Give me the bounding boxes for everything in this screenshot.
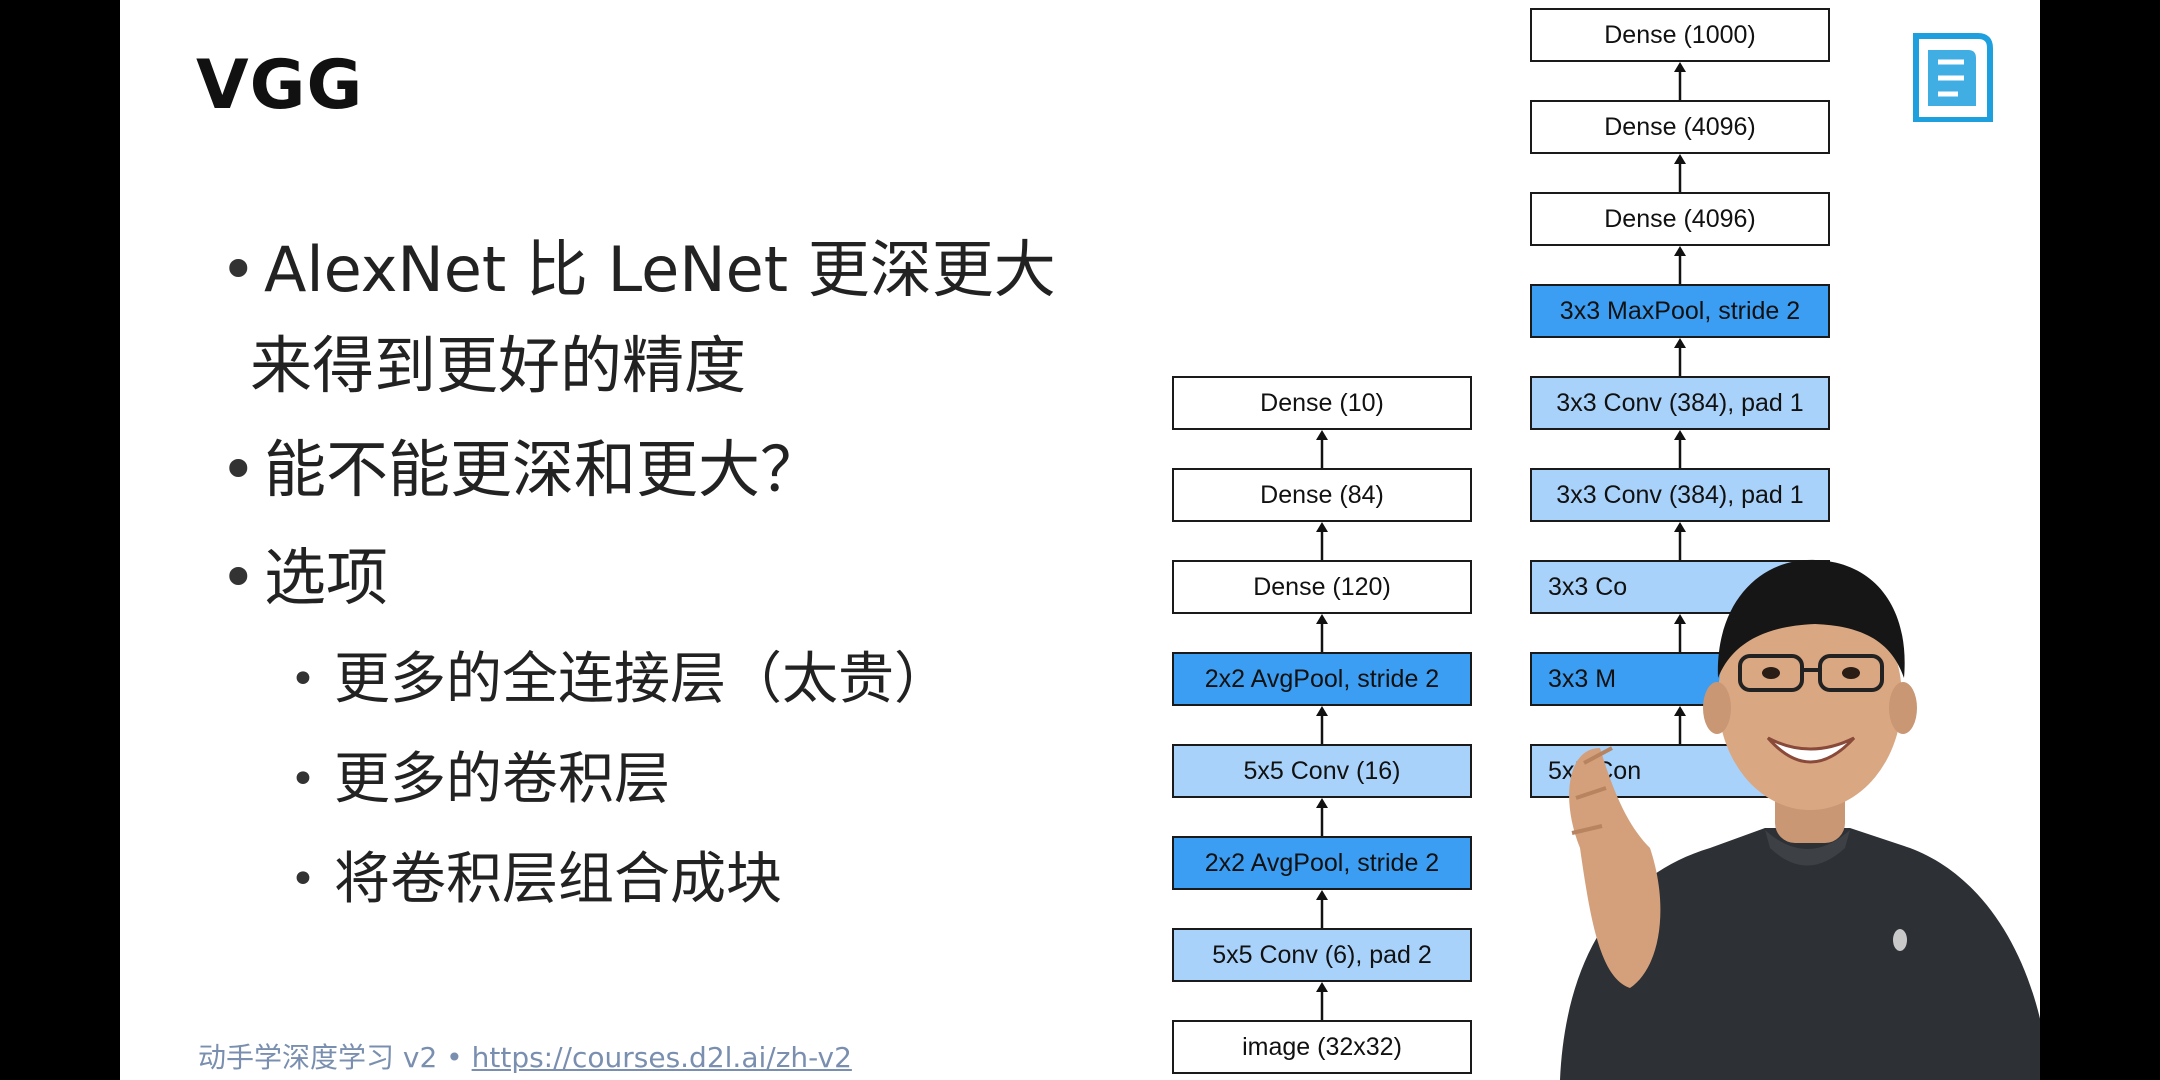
footer-text: 动手学深度学习 v2 •: [198, 1041, 472, 1074]
lenet-layer-box: 2x2 AvgPool, stride 2: [1172, 652, 1472, 706]
alexnet-layer-box: 3x3 Conv (384), pad 1: [1530, 376, 1830, 430]
alexnet-layer-box: Dense (1000): [1530, 8, 1830, 62]
lenet-layer-label: Dense (120): [1253, 572, 1391, 601]
bullet-item: • 能不能更深和更大？: [220, 422, 1220, 518]
alexnet-arrow-head: [1674, 338, 1686, 348]
alexnet-arrow-head: [1674, 246, 1686, 256]
alexnet-arrow-head: [1674, 430, 1686, 440]
lenet-layer-box: 2x2 AvgPool, stride 2: [1172, 836, 1472, 890]
alexnet-layer-label: 3x3 Conv (384), pad 1: [1556, 480, 1804, 509]
lenet-layer-box: 5x5 Conv (6), pad 2: [1172, 928, 1472, 982]
lenet-layer-box: 5x5 Conv (16): [1172, 744, 1472, 798]
footer-link[interactable]: https://courses.d2l.ai/zh-v2: [472, 1041, 852, 1074]
lenet-layer-label: 5x5 Conv (6), pad 2: [1212, 940, 1432, 969]
lenet-arrow-head: [1316, 522, 1328, 532]
bullet-text-line2: 来得到更好的精度: [250, 329, 747, 402]
lenet-layer-label: image (32x32): [1242, 1032, 1402, 1061]
lenet-arrow-head: [1316, 614, 1328, 624]
lenet-layer-box: image (32x32): [1172, 1020, 1472, 1074]
alexnet-layer-label: Dense (4096): [1604, 204, 1756, 233]
lenet-arrow-head: [1316, 890, 1328, 900]
alexnet-arrow-head: [1674, 154, 1686, 164]
bullet-dot-icon: •: [220, 433, 257, 506]
sub-bullet-item: • 将卷积层组合成块: [220, 830, 1220, 930]
lenet-layer-label: 2x2 AvgPool, stride 2: [1204, 664, 1440, 693]
presenter-video: [1560, 559, 2040, 1080]
bullet-item: • AlexNet 比 LeNet 更深更大 来得到更好的精度: [220, 222, 1220, 414]
bullet-text: 选项: [264, 541, 389, 614]
sub-bullet-item: • 更多的全连接层（太贵）: [220, 630, 1220, 730]
sub-bullet-dot-icon: •: [290, 654, 316, 705]
alexnet-layer-label: 3x3 MaxPool, stride 2: [1559, 296, 1801, 325]
alexnet-layer-label: Dense (1000): [1604, 20, 1756, 49]
bullet-dot-icon: •: [220, 541, 257, 614]
lenet-layer-box: Dense (84): [1172, 468, 1472, 522]
slide-footer: 动手学深度学习 v2 • https://courses.d2l.ai/zh-v…: [198, 1036, 852, 1076]
lenet-arrow-head: [1316, 982, 1328, 992]
alexnet-layer-box: 3x3 Conv (384), pad 1: [1530, 468, 1830, 522]
bullet-list: • AlexNet 比 LeNet 更深更大 来得到更好的精度 • 能不能更深和…: [220, 222, 1220, 930]
bullet-dot-icon: •: [220, 233, 257, 306]
alexnet-arrow-head: [1674, 62, 1686, 72]
lenet-arrow-head: [1316, 430, 1328, 440]
bilibili-logo-icon: [1913, 33, 1993, 122]
bullet-text: 能不能更深和更大？: [264, 433, 823, 506]
alexnet-layer-label: 3x3 Conv (384), pad 1: [1556, 388, 1804, 417]
lenet-arrow-head: [1316, 798, 1328, 808]
alexnet-arrow-head: [1674, 522, 1686, 532]
alexnet-layer-box: Dense (4096): [1530, 100, 1830, 154]
sub-bullet-dot-icon: •: [290, 754, 316, 805]
sub-bullet-text: 更多的卷积层: [334, 747, 670, 812]
lenet-layer-label: Dense (10): [1260, 388, 1384, 417]
sub-bullet-dot-icon: •: [290, 854, 316, 905]
lenet-arrow-head: [1316, 706, 1328, 716]
alexnet-layer-box: 3x3 MaxPool, stride 2: [1530, 284, 1830, 338]
slide: VGG • AlexNet 比 LeNet 更深更大 来得到更好的精度 • 能不…: [120, 0, 2040, 1080]
lenet-layer-box: Dense (120): [1172, 560, 1472, 614]
sub-bullet-item: • 更多的卷积层: [220, 730, 1220, 830]
lenet-layer-label: 5x5 Conv (16): [1243, 756, 1401, 785]
sub-bullet-text: 将卷积层组合成块: [334, 847, 782, 912]
bullet-text-line1: AlexNet 比 LeNet 更深更大: [264, 233, 1056, 306]
sub-bullet-text: 更多的全连接层（太贵）: [334, 647, 950, 712]
alexnet-layer-label: Dense (4096): [1604, 112, 1756, 141]
bullet-item: • 选项: [220, 530, 1220, 626]
slide-title: VGG: [196, 46, 364, 125]
alexnet-layer-box: Dense (4096): [1530, 192, 1830, 246]
lenet-layer-box: Dense (10): [1172, 376, 1472, 430]
lenet-layer-label: 2x2 AvgPool, stride 2: [1204, 848, 1440, 877]
lenet-layer-label: Dense (84): [1260, 480, 1384, 509]
